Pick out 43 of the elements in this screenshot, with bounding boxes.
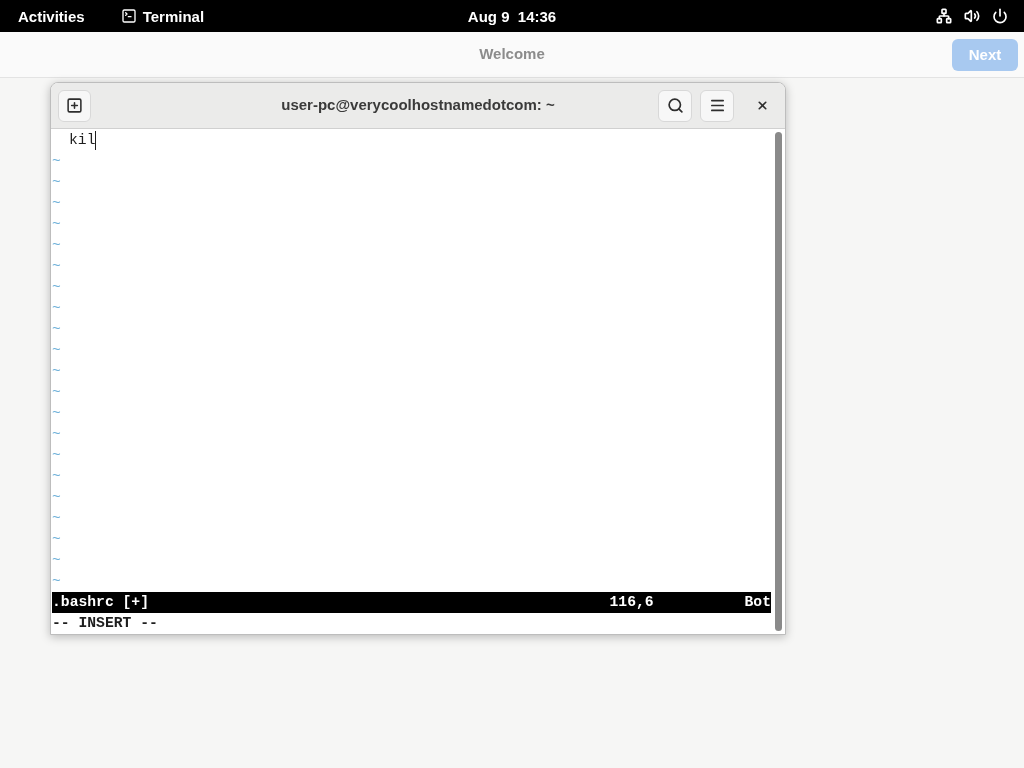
empty-line-tilde: ~ <box>52 152 61 171</box>
empty-line-tilde: ~ <box>52 257 61 276</box>
activities-button[interactable]: Activities <box>18 8 85 24</box>
empty-line-tilde: ~ <box>52 341 61 360</box>
empty-line-tilde: ~ <box>52 488 61 507</box>
terminal-title: user-pc@verycoolhostnamedotcom: ~ <box>281 95 555 116</box>
empty-line-tilde: ~ <box>52 425 61 444</box>
cursor-position: 116,6 <box>609 593 655 612</box>
file-name: .bashrc [+] <box>52 593 150 612</box>
volume-icon[interactable] <box>964 8 980 24</box>
mode-indicator: -- INSERT -- <box>52 614 158 633</box>
power-icon[interactable] <box>992 8 1008 24</box>
search-button[interactable] <box>658 89 692 122</box>
empty-line-tilde: ~ <box>52 572 61 591</box>
empty-line-tilde: ~ <box>52 278 61 297</box>
empty-line-tilde: ~ <box>52 404 61 423</box>
scroll-position: Bot <box>744 593 771 612</box>
menu-button[interactable] <box>700 89 734 122</box>
empty-line-tilde: ~ <box>52 446 61 465</box>
empty-line-tilde: ~ <box>52 236 61 255</box>
empty-line-tilde: ~ <box>52 194 61 213</box>
close-icon <box>755 99 769 112</box>
empty-line-tilde: ~ <box>52 530 61 549</box>
plus-square-icon <box>66 97 83 114</box>
empty-line-tilde: ~ <box>52 467 61 486</box>
welcome-title: Welcome <box>479 44 545 65</box>
empty-line-tilde: ~ <box>52 320 61 339</box>
new-tab-button[interactable] <box>58 89 91 122</box>
terminal-icon <box>120 8 137 24</box>
search-icon <box>666 97 684 114</box>
editor-line: kil <box>69 131 96 150</box>
empty-line-tilde: ~ <box>52 509 61 528</box>
empty-line-tilde: ~ <box>52 299 61 318</box>
empty-line-tilde: ~ <box>52 362 61 381</box>
empty-line-tilde: ~ <box>52 383 61 402</box>
empty-line-tilde: ~ <box>52 215 61 234</box>
empty-line-tilde: ~ <box>52 551 61 570</box>
network-icon[interactable] <box>936 8 952 24</box>
empty-line-tilde: ~ <box>52 173 61 192</box>
app-menu-button[interactable]: Terminal <box>120 8 205 24</box>
terminal-text-area[interactable]: kil ~ ~ ~ ~ ~ ~ ~ ~ ~ ~ ~ ~ ~ ~ ~ ~ ~ ~ ~ ~ ~ .bashrc [+] 116,6 Bot -- INSERT -- <box>51 129 771 634</box>
clock[interactable]: Aug 9 14:36 <box>467 8 557 24</box>
menu-icon <box>708 97 726 114</box>
